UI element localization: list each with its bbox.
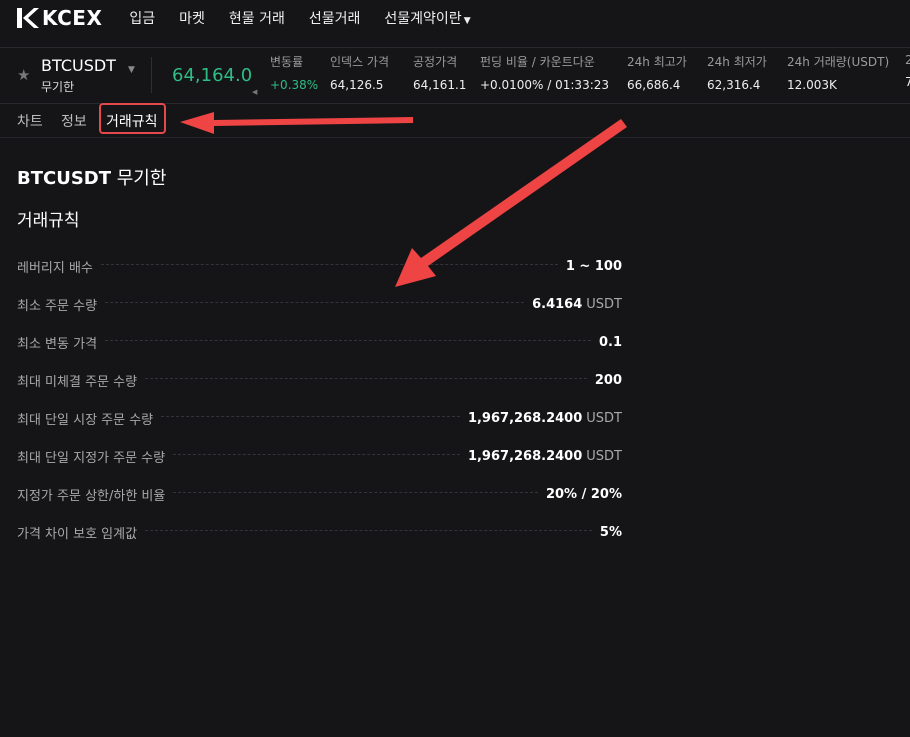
rule-label: 레버리지 배수	[17, 260, 93, 276]
rule-value: 1,967,268.2400	[467, 448, 583, 464]
section-title: 거래규칙	[17, 211, 80, 231]
dotted-leader	[145, 529, 592, 531]
nav-spot-trading[interactable]: 현물 거래	[229, 8, 285, 28]
dotted-leader	[173, 491, 538, 493]
rule-value: 20% / 20%	[545, 486, 622, 502]
last-price: 64,164.0	[172, 65, 253, 86]
rule-value: 6.4164	[532, 296, 583, 312]
rule-row-max-open-orders: 최대 미체결 주문 수량 200	[17, 361, 622, 399]
dotted-leader	[145, 377, 587, 379]
price-direction-icon: ◀	[252, 88, 258, 96]
dotted-leader	[105, 301, 525, 303]
ticker-bar: ★ BTCUSDT ▼ 무기한 64,164.0 ◀ 변동률 +0.38% 인덱…	[0, 47, 910, 104]
symbol-selector[interactable]: BTCUSDT	[41, 56, 116, 75]
title-symbol: BTCUSDT	[17, 168, 112, 189]
stat-value: 62,316.4	[707, 78, 761, 92]
favorite-star-icon[interactable]: ★	[17, 66, 30, 84]
rule-label: 최대 단일 시장 주문 수량	[17, 412, 154, 428]
stat-fair-price: 공정가격 64,161.1	[413, 53, 466, 92]
rule-value: 200	[594, 372, 622, 388]
rule-row-price-protection: 가격 차이 보호 임계값 5%	[17, 513, 622, 551]
rule-label: 최소 변동 가격	[17, 336, 98, 352]
stat-value: 12.003K	[787, 78, 837, 92]
tab-info[interactable]: 정보	[61, 111, 87, 131]
nav-markets[interactable]: 마켓	[179, 8, 205, 28]
stat-value: +0.0100% / 01:33:23	[480, 78, 610, 92]
stat-value: 64,126.5	[330, 78, 384, 92]
dotted-leader	[161, 415, 460, 417]
rule-row-leverage: 레버리지 배수 1 ~ 100	[17, 247, 622, 285]
rule-value: 0.1	[598, 334, 622, 350]
stat-index-price: 인덱스 가격 64,126.5	[330, 53, 389, 92]
rule-unit: USDT	[586, 448, 622, 464]
rule-label: 최대 미체결 주문 수량	[17, 374, 138, 390]
trading-rules-list: 레버리지 배수 1 ~ 100 최소 주문 수량 6.4164 USDT 최소 …	[17, 247, 622, 551]
rule-label: 최대 단일 지정가 주문 수량	[17, 450, 166, 466]
highlight-box	[99, 103, 166, 134]
stat-label: 24h 최고가	[627, 55, 687, 69]
kcex-logo-icon	[17, 8, 39, 28]
chevron-down-icon[interactable]: ▼	[128, 65, 135, 75]
tab-chart[interactable]: 차트	[17, 111, 43, 131]
top-navigation: KCEX 입금 마켓 현물 거래 선물거래 선물계약이란 ▼	[0, 0, 910, 36]
stat-label: 공정가격	[413, 55, 458, 69]
nav-futures-info-menu[interactable]: 선물계약이란 ▼	[384, 8, 470, 28]
rule-row-max-limit-order: 최대 단일 지정가 주문 수량 1,967,268.2400 USDT	[17, 437, 622, 475]
stat-funding-rate: 펀딩 비율 / 카운트다운 +0.0100% / 01:33:23	[480, 53, 609, 92]
rule-value: 1,967,268.2400	[467, 410, 583, 426]
caret-down-icon: ▼	[463, 16, 471, 26]
rule-row-limit-price-ratio: 지정가 주문 상한/하한 비율 20% / 20%	[17, 475, 622, 513]
stat-24h-volume: 24h 거래량(USDT) 12.003K	[787, 53, 889, 92]
divider	[151, 57, 152, 93]
stat-24h-low: 24h 최저가 62,316.4	[707, 53, 767, 92]
dotted-leader	[173, 453, 460, 455]
title-contract-type: 무기한	[116, 168, 167, 189]
rule-value: 5%	[599, 524, 622, 540]
stat-truncated: 2 7	[905, 53, 910, 89]
stat-label: 펀딩 비율 / 카운트다운	[480, 55, 595, 69]
logo-text: KCEX	[42, 6, 103, 30]
stat-label: 변동률	[270, 55, 304, 69]
stat-value: 66,686.4	[627, 78, 681, 92]
stat-value: 64,161.1	[413, 78, 467, 92]
rule-label: 최소 주문 수량	[17, 298, 98, 314]
rule-label: 지정가 주문 상한/하한 비율	[17, 488, 166, 504]
nav-futures-info-label: 선물계약이란	[384, 11, 462, 27]
stat-label: 24h 최저가	[707, 55, 767, 69]
rule-row-max-market-order: 최대 단일 시장 주문 수량 1,967,268.2400 USDT	[17, 399, 622, 437]
stat-24h-high: 24h 최고가 66,686.4	[627, 53, 687, 92]
rule-label: 가격 차이 보호 임계값	[17, 526, 138, 542]
stat-label: 2	[905, 53, 910, 67]
rule-unit: USDT	[586, 410, 622, 426]
dotted-leader	[100, 263, 558, 265]
rule-unit: USDT	[586, 296, 622, 312]
stat-label: 인덱스 가격	[330, 55, 390, 69]
rule-row-min-order-qty: 최소 주문 수량 6.4164 USDT	[17, 285, 622, 323]
nav-deposit[interactable]: 입금	[129, 8, 155, 28]
stat-value: 7	[905, 75, 910, 89]
dotted-leader	[105, 339, 591, 341]
stat-value: +0.38%	[270, 78, 319, 92]
kcex-logo[interactable]: KCEX	[16, 6, 102, 30]
nav-futures-trading[interactable]: 선물거래	[309, 8, 361, 28]
page-title: BTCUSDT 무기한	[17, 164, 166, 190]
rule-row-tick-size: 최소 변동 가격 0.1	[17, 323, 622, 361]
stat-label: 24h 거래량(USDT)	[787, 55, 890, 69]
rule-value: 1 ~ 100	[565, 258, 622, 274]
contract-type: 무기한	[41, 80, 75, 94]
stat-change-rate: 변동률 +0.38%	[270, 53, 318, 92]
